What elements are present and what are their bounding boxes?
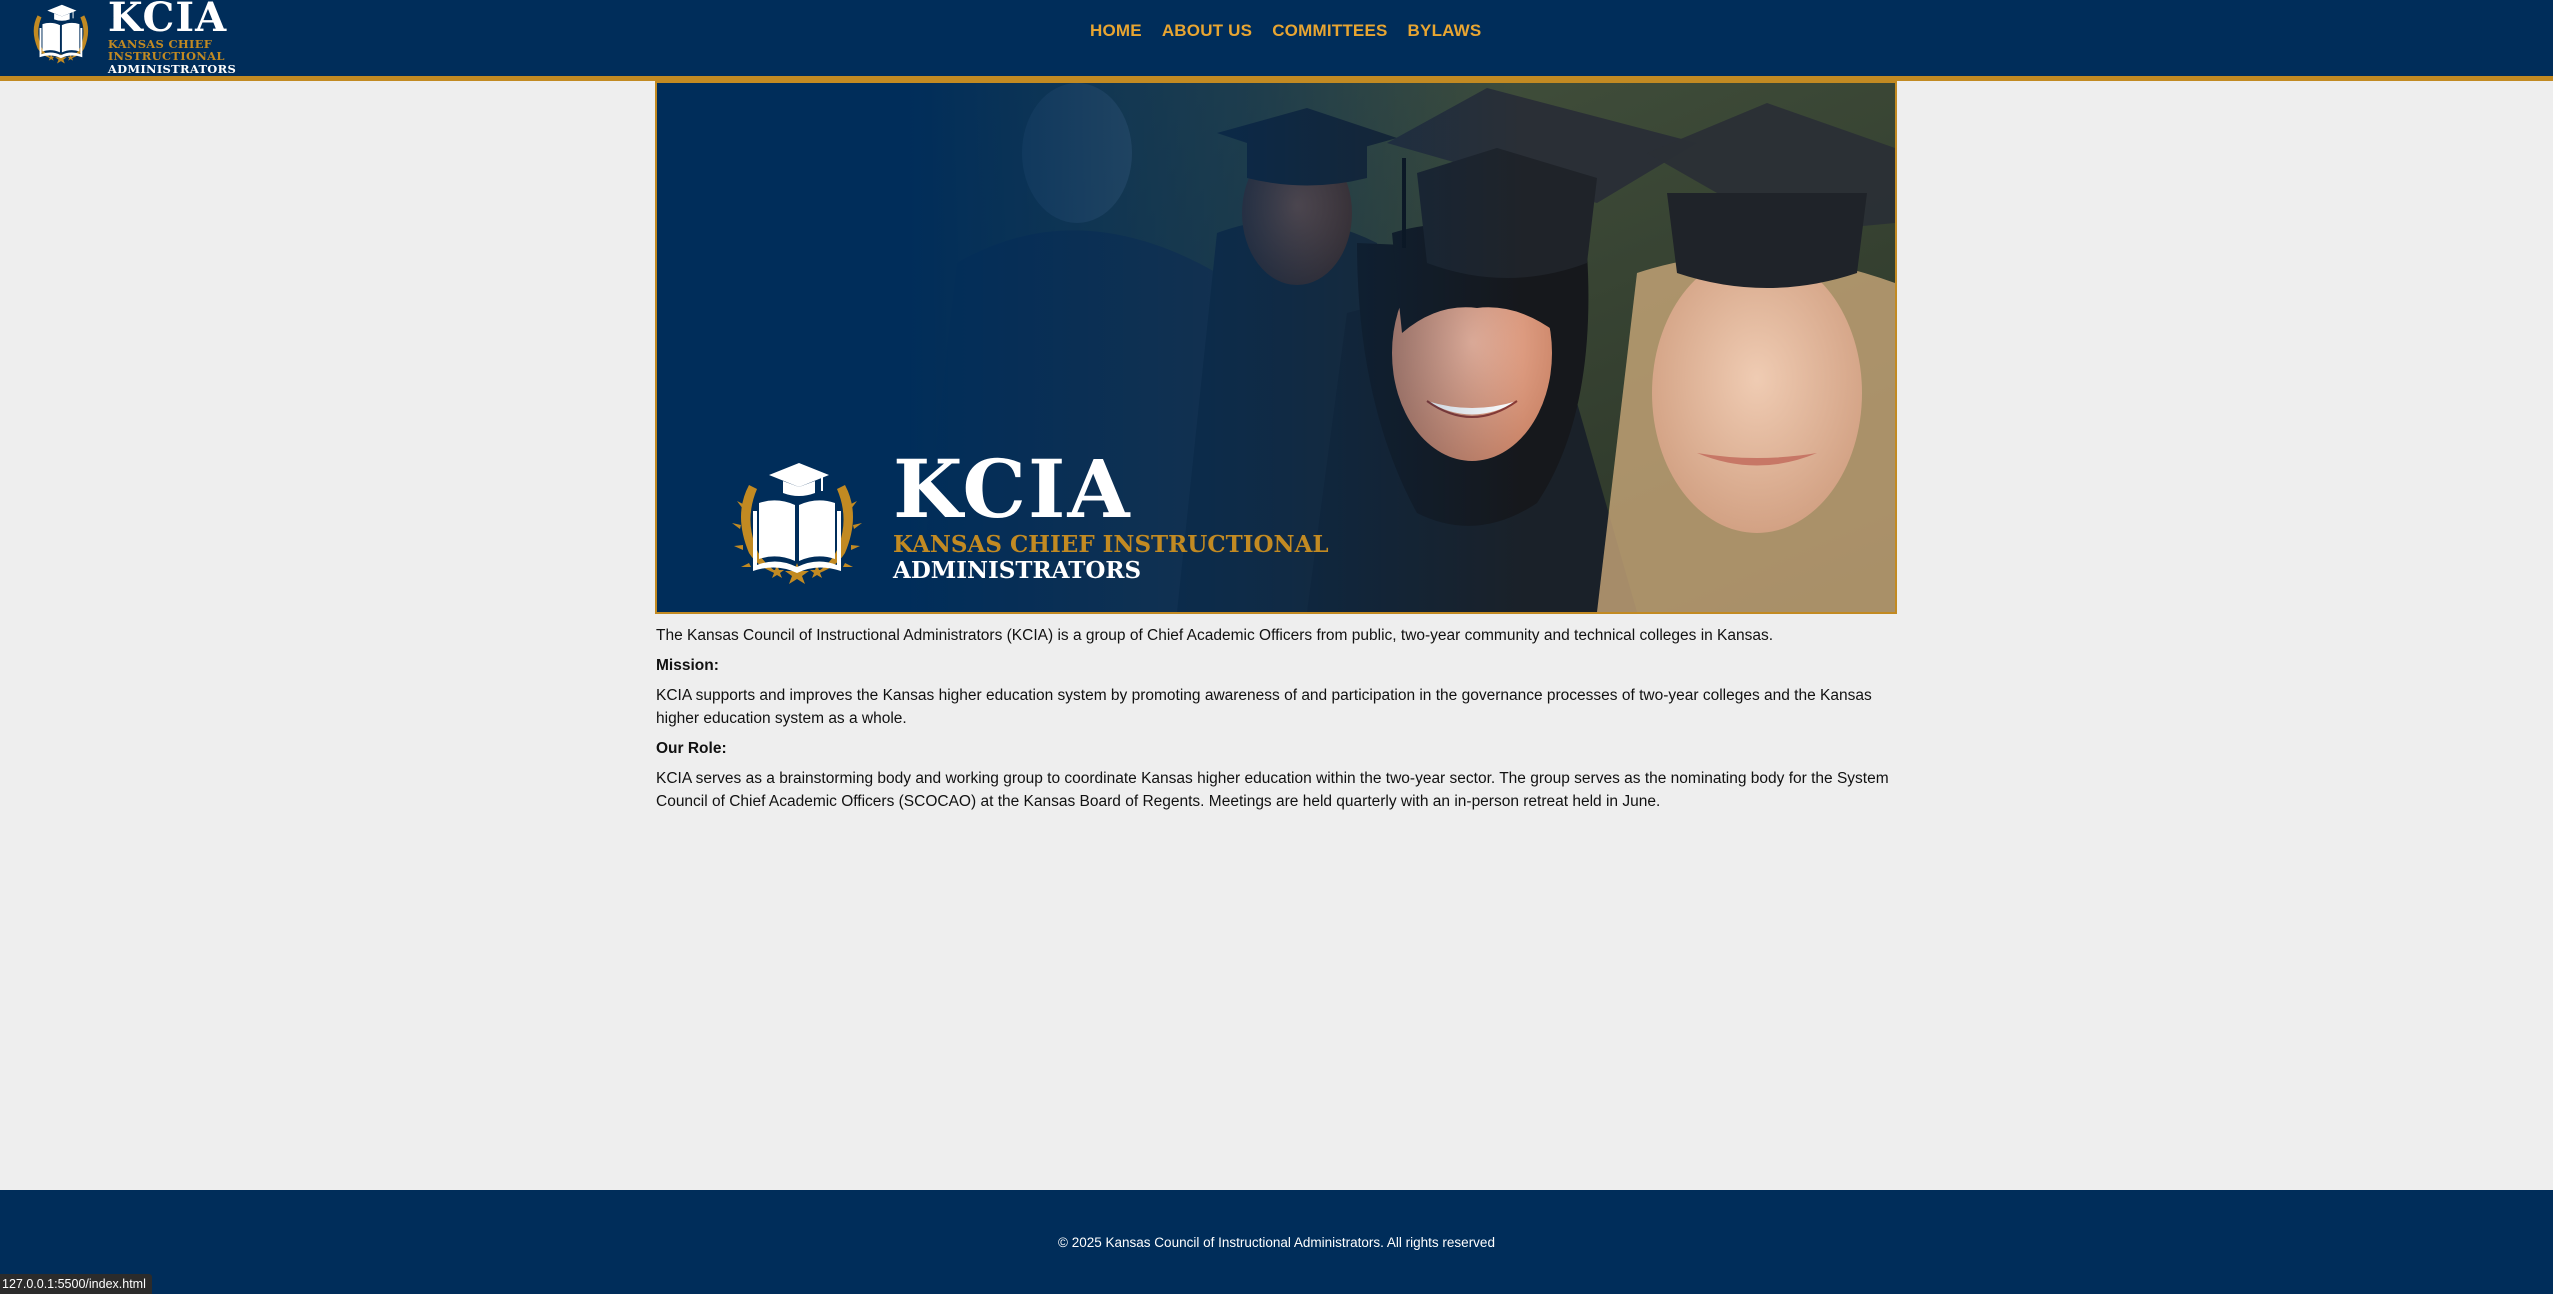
nav-home[interactable]: HOME xyxy=(1090,18,1142,44)
logo-tagline-line2: ADMINISTRATORS xyxy=(107,62,237,76)
main-content: The Kansas Council of Instructional Admi… xyxy=(656,624,1896,820)
status-bar-url: 127.0.0.1:5500/index.html xyxy=(0,1274,152,1294)
graduation-book-emblem-icon xyxy=(33,4,89,64)
copyright-text: © 2025 Kansas Council of Instructional A… xyxy=(1058,1235,1495,1250)
hero-name: KCIA xyxy=(893,441,1132,536)
hero-tagline-line1: KANSAS CHIEF INSTRUCTIONAL xyxy=(893,530,1329,558)
role-heading: Our Role: xyxy=(656,740,727,757)
mission-text: KCIA supports and improves the Kansas hi… xyxy=(656,687,1872,727)
main-nav: HOME ABOUT US COMMITTEES BYLAWS xyxy=(1090,18,1481,44)
intro-text: The Kansas Council of Instructional Admi… xyxy=(656,627,1774,644)
hero-tagline-line2: ADMINISTRATORS xyxy=(893,556,1142,584)
nav-committees[interactable]: COMMITTEES xyxy=(1272,18,1387,44)
hero-logo: KCIA KANSAS CHIEF INSTRUCTIONAL ADMINIST… xyxy=(719,445,1329,585)
nav-bylaws[interactable]: BYLAWS xyxy=(1408,18,1482,44)
graduation-book-emblem-icon xyxy=(732,463,862,584)
site-header: KCIA KANSAS CHIEF INSTRUCTIONAL ADMINIST… xyxy=(0,0,2553,81)
role-text: KCIA serves as a brainstorming body and … xyxy=(656,770,1889,810)
logo-wordmark: KCIA KANSAS CHIEF INSTRUCTIONAL ADMINIST… xyxy=(108,0,322,76)
logo-tagline-line1: KANSAS CHIEF INSTRUCTIONAL xyxy=(107,37,225,63)
site-logo[interactable]: KCIA KANSAS CHIEF INSTRUCTIONAL ADMINIST… xyxy=(22,0,322,75)
hero-wordmark: KCIA KANSAS CHIEF INSTRUCTIONAL ADMINIST… xyxy=(893,449,1329,582)
mission-heading: Mission: xyxy=(656,657,719,674)
logo-name: KCIA xyxy=(107,0,228,41)
nav-about-us[interactable]: ABOUT US xyxy=(1162,18,1252,44)
site-footer: © 2025 Kansas Council of Instructional A… xyxy=(0,1190,2553,1294)
hero-banner: KCIA KANSAS CHIEF INSTRUCTIONAL ADMINIST… xyxy=(655,81,1897,614)
